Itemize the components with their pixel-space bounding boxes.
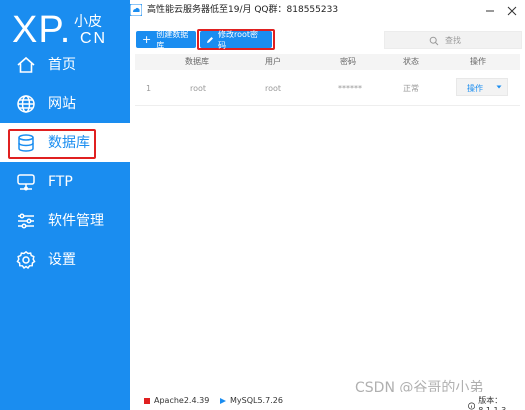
column-header-action: 操作 [470, 57, 486, 66]
sidebar-item-label: FTP [48, 174, 73, 190]
column-header-status: 状态 [403, 57, 419, 66]
close-icon[interactable] [507, 6, 517, 16]
cloud-promo-icon [130, 4, 142, 16]
cell-password: ****** [338, 84, 362, 93]
cell-database: root [190, 84, 207, 93]
cell-user: root [265, 84, 282, 93]
mysql-status-indicator [220, 398, 226, 404]
sidebar-item-ftp[interactable]: FTP [0, 162, 130, 201]
search-placeholder: 查找 [445, 36, 461, 45]
gear-icon [16, 250, 36, 270]
version-text: 版本：8.1.1.3 [478, 396, 506, 410]
globe-icon [17, 95, 35, 113]
logo-sub-top: 小皮 [74, 14, 102, 30]
status-bar: Apache2.4.39 MySQL5.7.26 版本：8.1.1.3 [130, 392, 525, 410]
database-icon [18, 134, 34, 152]
plus-icon: + [142, 33, 152, 46]
database-table: 数据库 用户 密码 状态 操作 1 root root ****** 正常 操作 [135, 54, 520, 384]
mysql-version: MySQL5.7.26 [230, 396, 283, 405]
sidebar-item-label: 设置 [48, 252, 76, 268]
sidebar-item-database[interactable]: 数据库 [0, 123, 130, 162]
table-header: 数据库 用户 密码 状态 操作 [135, 54, 520, 70]
column-header-password: 密码 [340, 57, 356, 66]
window-controls [485, 6, 517, 16]
column-header-user: 用户 [265, 57, 281, 66]
sidebar-item-label: 网站 [48, 96, 76, 112]
sidebar: XP. 小皮 CN 首页 网站 数据库 FTP 软件管理 设置 [0, 0, 130, 410]
modify-root-password-button[interactable]: 修改root密码 [200, 29, 272, 50]
search-icon [429, 36, 439, 46]
sidebar-item-home[interactable]: 首页 [0, 45, 130, 84]
sidebar-item-settings[interactable]: 设置 [0, 240, 130, 279]
home-icon [17, 56, 35, 73]
info-icon [468, 402, 476, 410]
search-input[interactable]: 查找 [384, 31, 522, 49]
row-index: 1 [146, 84, 152, 93]
sidebar-item-software[interactable]: 软件管理 [0, 201, 130, 240]
promo-text: 高性能云服务器低至19/月 QQ群：818555233 [147, 5, 339, 15]
sidebar-nav: 首页 网站 数据库 FTP 软件管理 设置 [0, 45, 130, 279]
mysql-status[interactable]: MySQL5.7.26 [220, 396, 283, 406]
app-version: 版本：8.1.1.3 [468, 396, 525, 410]
pencil-icon [207, 36, 213, 43]
cell-status: 正常 [403, 84, 419, 93]
sidebar-item-label: 数据库 [48, 135, 90, 151]
ftp-server-icon [17, 174, 35, 191]
minimize-icon[interactable] [485, 6, 495, 16]
toolbar: + 创建数据库 修改root密码 查找 [130, 24, 525, 54]
sidebar-item-label: 首页 [48, 57, 76, 73]
sidebar-item-website[interactable]: 网站 [0, 84, 130, 123]
sidebar-item-label: 软件管理 [48, 213, 104, 229]
action-label: 操作 [467, 84, 483, 93]
sliders-icon [18, 213, 34, 229]
promo-banner[interactable]: 高性能云服务器低至19/月 QQ群：818555233 [130, 3, 338, 17]
create-database-label: 创建数据库 [156, 29, 189, 50]
column-header-database: 数据库 [185, 57, 209, 66]
table-row: 1 root root ****** 正常 操作 [135, 70, 520, 106]
modify-root-password-label: 修改root密码 [218, 29, 259, 50]
apache-status[interactable]: Apache2.4.39 [144, 396, 209, 406]
top-bar: 高性能云服务器低至19/月 QQ群：818555233 [130, 0, 525, 24]
action-dropdown-button[interactable]: 操作 [456, 78, 508, 96]
apache-version: Apache2.4.39 [154, 396, 210, 405]
apache-status-indicator [144, 398, 150, 404]
create-database-button[interactable]: + 创建数据库 [136, 29, 196, 50]
caret-down-icon [496, 85, 502, 89]
